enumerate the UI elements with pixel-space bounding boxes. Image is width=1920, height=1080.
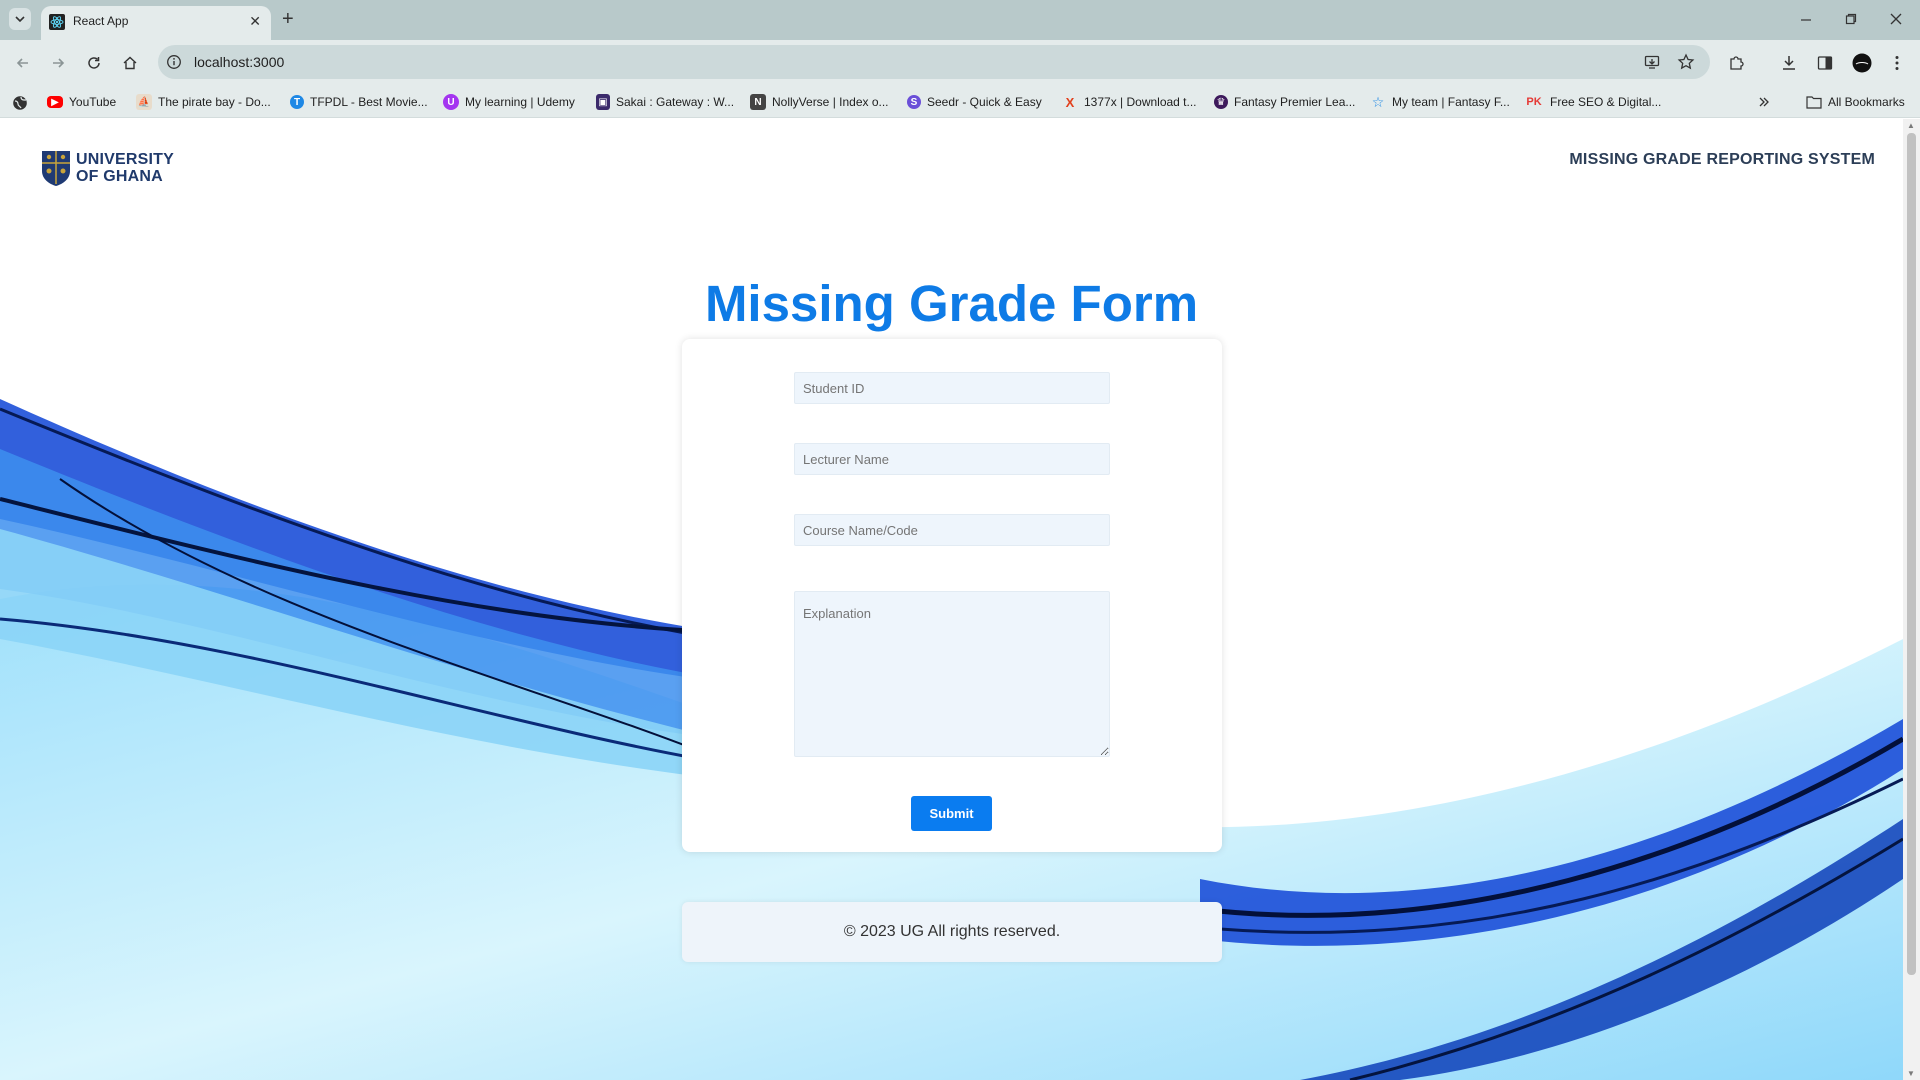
sakai-icon: ▣ [596, 94, 610, 110]
explanation-textarea[interactable] [794, 591, 1110, 757]
pirate-ship-icon: ⛵ [136, 94, 152, 110]
copyright-text: © 2023 UG All rights reserved. [843, 923, 1061, 940]
lecturer-name-input[interactable] [794, 443, 1110, 475]
reload-icon [88, 57, 100, 69]
tfpdl-icon: T [290, 95, 304, 109]
bookmark-label: Fantasy Premier Lea... [1234, 95, 1356, 109]
bookmark-label: Free SEO & Digital... [1550, 95, 1662, 109]
bookmark-1377x[interactable]: X 1377x | Download t... [1062, 93, 1197, 111]
bookmark-fantasy-premier-league[interactable]: ♛ Fantasy Premier Lea... [1214, 93, 1355, 111]
x-icon: X [1065, 94, 1075, 110]
browser-toolbar: localhost:3000 [0, 40, 1920, 86]
course-input[interactable] [794, 514, 1110, 546]
bookmark-star-icon[interactable] [1677, 53, 1695, 71]
university-name: UNIVERSITY OF GHANA [76, 151, 174, 185]
scroll-up-arrow-icon[interactable]: ▲ [1907, 121, 1915, 130]
home-button[interactable] [119, 52, 141, 74]
downloads-button[interactable] [1778, 52, 1800, 74]
side-panel-icon [1817, 56, 1833, 70]
double-chevron-right-icon[interactable] [1758, 96, 1770, 108]
youtube-icon: ▶ [47, 96, 63, 108]
site-title: MISSING GRADE REPORTING SYSTEM [1569, 151, 1875, 168]
bookmark-nollyverse[interactable]: N NollyVerse | Index o... [750, 93, 889, 111]
install-app-icon[interactable] [1644, 54, 1660, 70]
kebab-menu-icon [1895, 56, 1899, 70]
logo-line-2: OF GHANA [76, 168, 163, 185]
back-button[interactable] [12, 52, 34, 74]
bookmark-label: TFPDL - Best Movie... [310, 95, 428, 109]
student-id-input[interactable] [794, 372, 1110, 404]
tab-title: React App [73, 14, 129, 28]
star-icon: ☆ [1371, 93, 1385, 110]
bookmark-free-seo[interactable]: PK Free SEO & Digital... [1524, 93, 1661, 111]
pk-icon: PK [1526, 96, 1542, 108]
all-bookmarks-folder[interactable]: All Bookmarks [1806, 93, 1905, 111]
bookmark-seedr[interactable]: S Seedr - Quick & Easy [907, 93, 1042, 111]
bookmark-label: 1377x | Download t... [1084, 95, 1197, 109]
seedr-icon: S [907, 95, 921, 109]
tab-close-icon[interactable]: ✕ [249, 13, 261, 30]
minimize-icon[interactable] [1800, 14, 1812, 26]
page-scrollbar[interactable]: ▲ ▼ [1903, 119, 1920, 1080]
university-logo[interactable]: UNIVERSITY OF GHANA [40, 149, 174, 187]
restore-icon[interactable] [1845, 13, 1857, 25]
address-bar[interactable]: localhost:3000 [158, 45, 1710, 79]
scroll-down-arrow-icon[interactable]: ▼ [1907, 1069, 1915, 1078]
university-crest-icon [42, 151, 70, 186]
tab-search-button[interactable] [9, 8, 31, 30]
logo-line-1: UNIVERSITY [76, 151, 175, 168]
globe-icon[interactable] [12, 95, 28, 111]
new-tab-plus-icon[interactable]: + [282, 9, 294, 29]
scrollbar-thumb[interactable] [1907, 133, 1916, 975]
bookmark-label: Sakai : Gateway : W... [616, 95, 735, 109]
avatar [1852, 53, 1872, 73]
page-title: Missing Grade Form [704, 275, 1199, 332]
close-window-icon[interactable] [1890, 13, 1902, 25]
bookmarks-bar: ▶ YouTube ⛵ The pirate bay - Do... T TFP… [0, 86, 1920, 118]
url-text[interactable]: localhost:3000 [194, 54, 284, 70]
browser-tab-strip: React App ✕ + [0, 0, 1920, 40]
profile-button[interactable] [1851, 52, 1873, 74]
bookmark-pirate-bay[interactable]: ⛵ The pirate bay - Do... [136, 93, 271, 111]
forward-button[interactable] [47, 52, 69, 74]
bookmark-label: My learning | Udemy [465, 95, 575, 109]
bookmark-my-team[interactable]: ☆ My team | Fantasy F... [1370, 93, 1510, 111]
bookmark-label: NollyVerse | Index o... [772, 95, 889, 109]
home-icon [123, 56, 137, 70]
bookmark-sakai[interactable]: ▣ Sakai : Gateway : W... [596, 93, 734, 111]
arrow-left-icon [16, 58, 28, 68]
bookmark-label: Seedr - Quick & Easy [927, 95, 1042, 109]
bookmark-label: The pirate bay - Do... [158, 95, 271, 109]
footer: © 2023 UG All rights reserved. [682, 902, 1222, 962]
download-icon [1783, 56, 1795, 70]
bookmark-udemy[interactable]: U My learning | Udemy [443, 93, 575, 111]
site-info-icon[interactable] [166, 54, 182, 70]
all-bookmarks-label: All Bookmarks [1828, 95, 1905, 109]
browser-menu-button[interactable] [1886, 52, 1908, 74]
bookmark-label: My team | Fantasy F... [1392, 95, 1510, 109]
chevron-down-icon [15, 16, 25, 22]
react-icon [49, 14, 65, 30]
udemy-icon: U [443, 94, 459, 110]
submit-button[interactable]: Submit [911, 796, 992, 831]
bookmark-tfpdl[interactable]: T TFPDL - Best Movie... [290, 93, 428, 111]
side-panel-button[interactable] [1814, 52, 1836, 74]
bookmark-youtube[interactable]: ▶ YouTube [47, 93, 116, 111]
missing-grade-form: Submit [682, 339, 1222, 852]
page-viewport: UNIVERSITY OF GHANA MISSING GRADE REPORT… [0, 119, 1920, 1080]
folder-icon [1806, 96, 1822, 109]
premier-league-icon: ♛ [1214, 95, 1228, 109]
bookmark-label: YouTube [69, 95, 117, 109]
nollyverse-icon: N [750, 94, 766, 110]
reload-button[interactable] [83, 52, 105, 74]
arrow-right-icon [53, 58, 65, 68]
extensions-button[interactable] [1726, 52, 1748, 74]
tab-react-app[interactable]: React App ✕ [41, 6, 271, 40]
puzzle-piece-icon [1730, 56, 1744, 70]
